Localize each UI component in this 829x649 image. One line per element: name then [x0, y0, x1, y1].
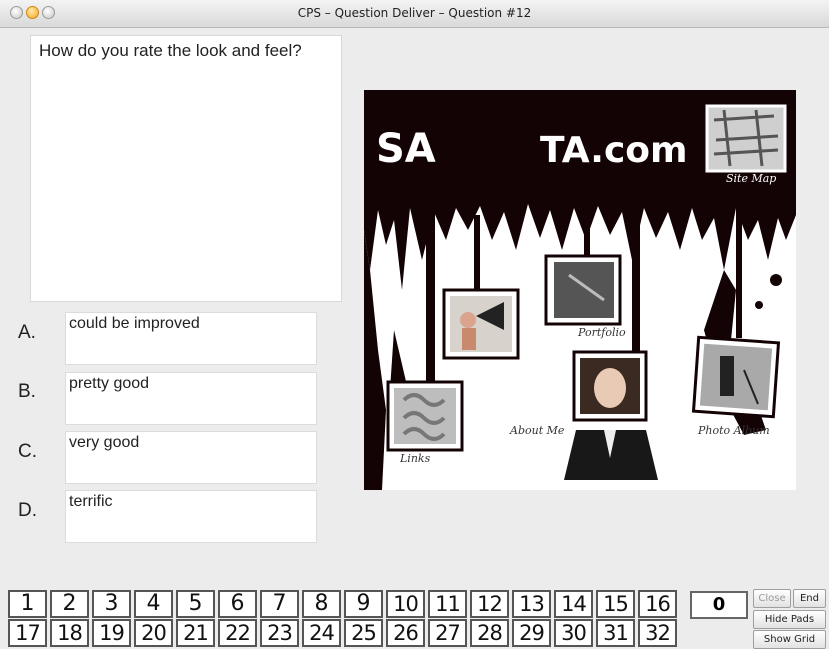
pad-button-3[interactable]: 3	[92, 590, 131, 618]
question-image: SA TA.com Site Map Portfolio Rants About…	[364, 90, 796, 490]
pad-button-21[interactable]: 21	[176, 619, 215, 647]
pad-button-31[interactable]: 31	[596, 619, 635, 647]
pad-button-24[interactable]: 24	[302, 619, 341, 647]
pad-button-13[interactable]: 13	[512, 590, 551, 618]
pad-button-28[interactable]: 28	[470, 619, 509, 647]
pad-button-5[interactable]: 5	[176, 590, 215, 618]
pad-button-30[interactable]: 30	[554, 619, 593, 647]
pad-button-7[interactable]: 7	[260, 590, 299, 618]
response-pads-row-1: 1 2 3 4 5 6 7 8 9 10 11 12 13 14 15 16	[8, 590, 680, 618]
pad-button-18[interactable]: 18	[50, 619, 89, 647]
logo-right-text: TA.com	[540, 130, 688, 171]
answer-text-d: terrific	[69, 493, 113, 510]
question-text: How do you rate the look and feel?	[39, 41, 302, 60]
rants-label: Rants	[453, 360, 487, 373]
about-me-label: About Me	[509, 424, 565, 437]
response-pads-row-2: 17 18 19 20 21 22 23 24 25 26 27 28 29 30 31 32	[8, 619, 680, 647]
answer-text-c: very good	[69, 434, 140, 451]
answer-letter-a: A.	[18, 322, 36, 343]
answer-letter-b: B.	[18, 381, 36, 402]
pad-button-26[interactable]: 26	[386, 619, 425, 647]
pad-button-11[interactable]: 11	[428, 590, 467, 618]
pad-button-29[interactable]: 29	[512, 619, 551, 647]
answer-text-b: pretty good	[69, 375, 150, 392]
end-button[interactable]: End	[793, 589, 826, 608]
response-counter: 0	[690, 591, 748, 619]
answer-letter-d: D.	[18, 500, 37, 521]
hide-pads-button[interactable]: Hide Pads	[753, 610, 826, 629]
pad-button-15[interactable]: 15	[596, 590, 635, 618]
pad-button-10[interactable]: 10	[386, 590, 425, 618]
website-screenshot: SA TA.com Site Map Portfolio Rants About…	[364, 90, 796, 490]
answer-letter-c: C.	[18, 441, 37, 462]
logo-left-text: SA	[376, 126, 436, 172]
answer-option-b[interactable]: pretty good	[65, 372, 317, 425]
pad-button-6[interactable]: 6	[218, 590, 257, 618]
pad-button-22[interactable]: 22	[218, 619, 257, 647]
pad-button-27[interactable]: 27	[428, 619, 467, 647]
title-bar: CPS – Question Deliver – Question #12	[0, 0, 829, 28]
pad-button-9[interactable]: 9	[344, 590, 383, 618]
pad-button-2[interactable]: 2	[50, 590, 89, 618]
portfolio-label: Portfolio	[577, 326, 626, 339]
site-map-label: Site Map	[726, 172, 776, 185]
photo-album-label: Photo Album	[697, 424, 770, 437]
show-grid-button[interactable]: Show Grid	[753, 630, 826, 649]
pad-button-19[interactable]: 19	[92, 619, 131, 647]
close-button[interactable]: Close	[753, 589, 791, 608]
question-panel: How do you rate the look and feel?	[30, 35, 342, 302]
pad-button-23[interactable]: 23	[260, 619, 299, 647]
answer-option-c[interactable]: very good	[65, 431, 317, 484]
pad-button-20[interactable]: 20	[134, 619, 173, 647]
answer-option-a[interactable]: could be improved	[65, 312, 317, 365]
pad-button-14[interactable]: 14	[554, 590, 593, 618]
pad-button-1[interactable]: 1	[8, 590, 47, 618]
answer-text-a: could be improved	[69, 315, 200, 332]
pad-button-12[interactable]: 12	[470, 590, 509, 618]
pad-button-32[interactable]: 32	[638, 619, 677, 647]
answer-option-d[interactable]: terrific	[65, 490, 317, 543]
pad-button-8[interactable]: 8	[302, 590, 341, 618]
window-title: CPS – Question Deliver – Question #12	[297, 6, 532, 20]
pad-button-4[interactable]: 4	[134, 590, 173, 618]
pad-button-16[interactable]: 16	[638, 590, 677, 618]
links-label: Links	[399, 452, 431, 465]
pad-button-17[interactable]: 17	[8, 619, 47, 647]
pad-button-25[interactable]: 25	[344, 619, 383, 647]
